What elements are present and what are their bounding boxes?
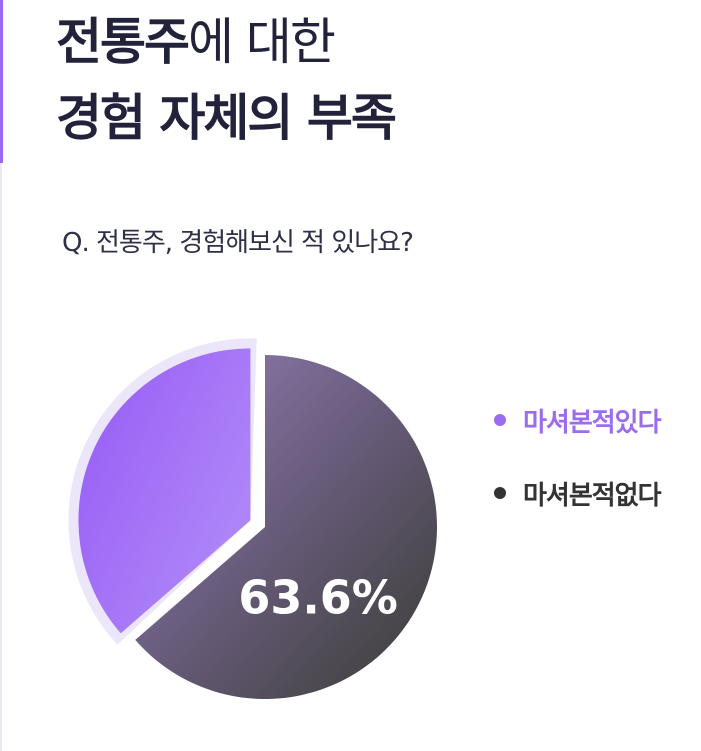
pie-chart: 63.6%: [68, 338, 438, 699]
legend-dot-icon: [494, 487, 506, 499]
chart-legend: 마셔본적있다 마셔본적없다: [494, 400, 662, 546]
legend-item-drank: 마셔본적있다: [494, 400, 662, 440]
legend-label: 마셔본적있다: [523, 407, 662, 438]
pie-data-label: 63.6%: [238, 570, 398, 624]
legend-dot-icon: [494, 414, 506, 426]
legend-label: 마셔본적없다: [523, 480, 662, 511]
legend-item-not-drank: 마셔본적없다: [494, 473, 662, 513]
